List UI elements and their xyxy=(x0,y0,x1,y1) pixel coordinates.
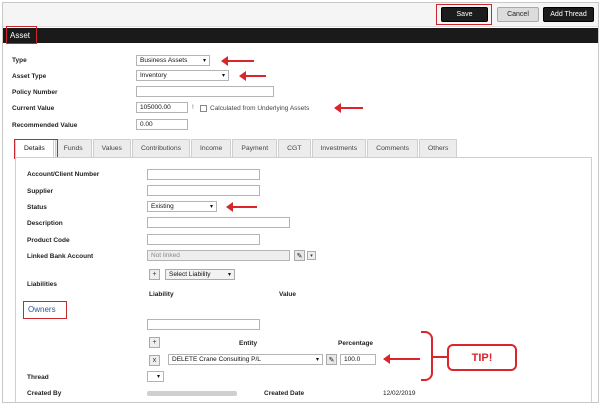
annotation-arrow-status xyxy=(226,202,257,212)
linked-bank-input: Not linked xyxy=(147,250,290,261)
chevron-down-icon: ▾ xyxy=(221,73,225,79)
type-label: Type xyxy=(12,57,27,64)
thread-select[interactable]: ▾ xyxy=(147,371,164,382)
cancel-button[interactable]: Cancel xyxy=(497,7,539,22)
value-column-header: Value xyxy=(279,291,296,298)
status-select[interactable]: Existing ▾ xyxy=(147,201,217,212)
owner-entity-value: DELETE Crane Consulting P/L xyxy=(172,356,261,363)
current-value-label: Current Value xyxy=(12,105,55,112)
section-header: Asset xyxy=(3,28,598,43)
entity-column-header: Entity xyxy=(239,340,258,347)
annotation-arrow-type xyxy=(221,56,254,66)
edit-pencil-icon[interactable]: ✎ xyxy=(294,250,305,261)
add-thread-button[interactable]: Add Thread xyxy=(543,7,594,22)
created-date-label: Created Date xyxy=(264,390,305,397)
asset-type-label: Asset Type xyxy=(12,73,47,80)
linked-bank-label: Linked Bank Account xyxy=(27,253,94,260)
recommended-value-label: Recommended Value xyxy=(12,122,78,129)
details-tab-highlight xyxy=(14,139,58,159)
status-label: Status xyxy=(27,204,47,211)
owner-percentage-input[interactable]: 100.0 xyxy=(340,354,376,365)
thread-label: Thread xyxy=(27,374,49,381)
type-select[interactable]: Business Assets ▾ xyxy=(136,55,210,66)
type-select-value: Business Assets xyxy=(140,57,188,64)
add-liability-button[interactable]: + xyxy=(149,269,160,280)
top-toolbar: Save Cancel Add Thread xyxy=(3,3,598,27)
supplier-label: Supplier xyxy=(27,188,54,195)
calculated-label: Calculated from Underlying Assets xyxy=(210,105,310,112)
select-liability-dropdown[interactable]: Select Liability ▾ xyxy=(165,269,235,280)
annotation-arrow-calculated xyxy=(334,103,363,113)
tip-bracket xyxy=(421,331,433,381)
edit-owner-pencil-icon[interactable]: ✎ xyxy=(326,354,337,365)
remove-owner-button[interactable]: x xyxy=(149,355,160,366)
tab-values[interactable]: Values xyxy=(92,139,131,157)
chevron-down-icon: ▾ xyxy=(315,357,319,363)
tab-income[interactable]: Income xyxy=(191,139,232,157)
chevron-down-icon: ▾ xyxy=(156,374,160,380)
liability-column-header: Liability xyxy=(149,291,174,298)
asset-form-window: Save Cancel Add Thread Asset Type Busine… xyxy=(2,2,599,403)
supplier-input[interactable] xyxy=(147,185,260,196)
liabilities-label: Liabilities xyxy=(27,281,57,288)
current-value-input[interactable]: 105000.00 xyxy=(136,102,188,113)
add-owner-button[interactable]: + xyxy=(149,337,160,348)
asset-type-select-value: Inventory xyxy=(140,72,167,79)
section-title-highlight xyxy=(6,26,37,44)
product-code-label: Product Code xyxy=(27,237,70,244)
link-dropdown-icon[interactable]: ▾ xyxy=(307,251,316,260)
annotation-arrow-percentage xyxy=(383,354,420,364)
policy-number-label: Policy Number xyxy=(12,89,58,96)
description-label: Description xyxy=(27,220,63,227)
tab-contributions[interactable]: Contributions xyxy=(131,139,191,157)
description-input[interactable] xyxy=(147,217,290,228)
calculated-checkbox[interactable] xyxy=(200,105,207,112)
status-select-value: Existing xyxy=(151,203,174,210)
select-liability-label: Select Liability xyxy=(169,271,211,278)
tab-investments[interactable]: Investments xyxy=(311,139,367,157)
created-by-value-redacted xyxy=(147,391,237,396)
tab-others[interactable]: Others xyxy=(419,139,458,157)
owner-entity-select[interactable]: DELETE Crane Consulting P/L ▾ xyxy=(168,354,323,365)
asset-type-select[interactable]: Inventory ▾ xyxy=(136,70,229,81)
tab-cgt[interactable]: CGT xyxy=(278,139,311,157)
tab-comments[interactable]: Comments xyxy=(367,139,419,157)
chevron-down-icon: ▾ xyxy=(202,58,206,64)
current-value-marker: ! xyxy=(192,104,194,111)
save-button[interactable]: Save xyxy=(441,7,488,22)
tab-payment[interactable]: Payment xyxy=(232,139,278,157)
percentage-column-header: Percentage xyxy=(338,340,374,347)
created-date-value: 12/02/2019 xyxy=(383,390,416,397)
tab-funds[interactable]: Funds xyxy=(54,139,92,157)
policy-number-input[interactable] xyxy=(136,86,274,97)
recommended-value-input[interactable]: 0.00 xyxy=(136,119,188,130)
created-by-label: Created By xyxy=(27,390,62,397)
chevron-down-icon: ▾ xyxy=(227,272,231,278)
tab-bar: Details Funds Values Contributions Incom… xyxy=(15,139,458,157)
product-code-input[interactable] xyxy=(147,234,260,245)
account-number-input[interactable] xyxy=(147,169,260,180)
owners-search-input[interactable] xyxy=(147,319,260,330)
chevron-down-icon: ▾ xyxy=(209,204,213,210)
annotation-arrow-asset-type xyxy=(239,71,266,81)
owners-heading: Owners xyxy=(28,305,56,314)
tip-callout: TIP! xyxy=(447,344,517,371)
account-number-label: Account/Client Number xyxy=(27,171,100,178)
tip-connector xyxy=(433,356,447,358)
